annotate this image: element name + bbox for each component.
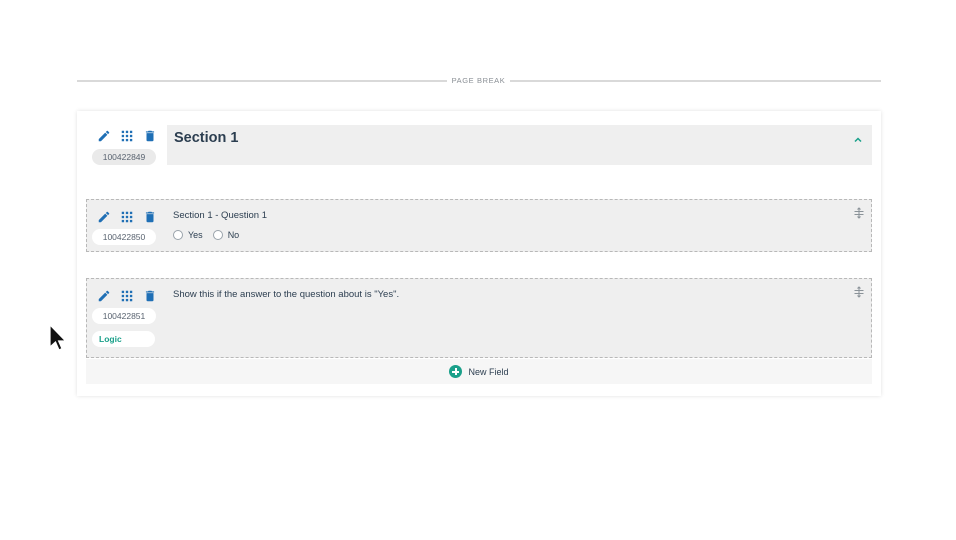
question-label: Section 1 - Question 1 <box>173 210 267 221</box>
section-title: Section 1 <box>174 130 239 146</box>
new-field-button[interactable]: New Field <box>86 359 872 384</box>
plus-circle-icon <box>449 365 463 378</box>
field-toolbar <box>97 289 157 303</box>
drag-handle-icon[interactable] <box>853 285 865 298</box>
section-header[interactable]: Section 1 <box>167 125 872 165</box>
grid-icon[interactable] <box>120 289 134 303</box>
radio-no-label: No <box>227 230 240 240</box>
field-toolbar <box>97 210 157 224</box>
drag-handle-icon[interactable] <box>853 206 865 219</box>
section-id-badge: 100422849 <box>92 149 156 165</box>
chevron-up-icon[interactable] <box>852 133 864 145</box>
field-id-badge: 100422850 <box>92 229 156 245</box>
trash-icon[interactable] <box>143 289 157 303</box>
pencil-icon[interactable] <box>97 289 111 303</box>
grid-icon[interactable] <box>120 210 134 224</box>
logic-badge[interactable]: Logic <box>92 331 155 347</box>
grid-icon[interactable] <box>120 129 134 143</box>
radio-yes-label: Yes <box>188 230 203 240</box>
page-break-line-right <box>510 80 881 82</box>
radio-yes[interactable] <box>173 230 183 240</box>
radio-group: Yes No <box>173 230 249 240</box>
field-id-badge: 100422851 <box>92 308 156 324</box>
new-field-label: New Field <box>468 366 509 377</box>
text-field[interactable]: 100422851 Logic Show this if the answer … <box>86 278 872 358</box>
question-field[interactable]: 100422850 Section 1 - Question 1 Yes No <box>86 199 872 252</box>
section-toolbar <box>97 129 157 143</box>
page-break-line-left <box>77 80 447 82</box>
page-break-label: PAGE BREAK <box>451 76 506 85</box>
radio-no[interactable] <box>212 230 223 240</box>
pencil-icon[interactable] <box>97 129 111 143</box>
trash-icon[interactable] <box>143 129 157 143</box>
section-card: 100422849 Section 1 100422850 Section 1 … <box>77 111 881 396</box>
field-text: Show this if the answer to the question … <box>173 289 400 300</box>
page-break: PAGE BREAK <box>77 74 881 88</box>
pencil-icon[interactable] <box>97 210 111 224</box>
trash-icon[interactable] <box>143 210 157 224</box>
mouse-pointer-icon <box>49 323 67 351</box>
